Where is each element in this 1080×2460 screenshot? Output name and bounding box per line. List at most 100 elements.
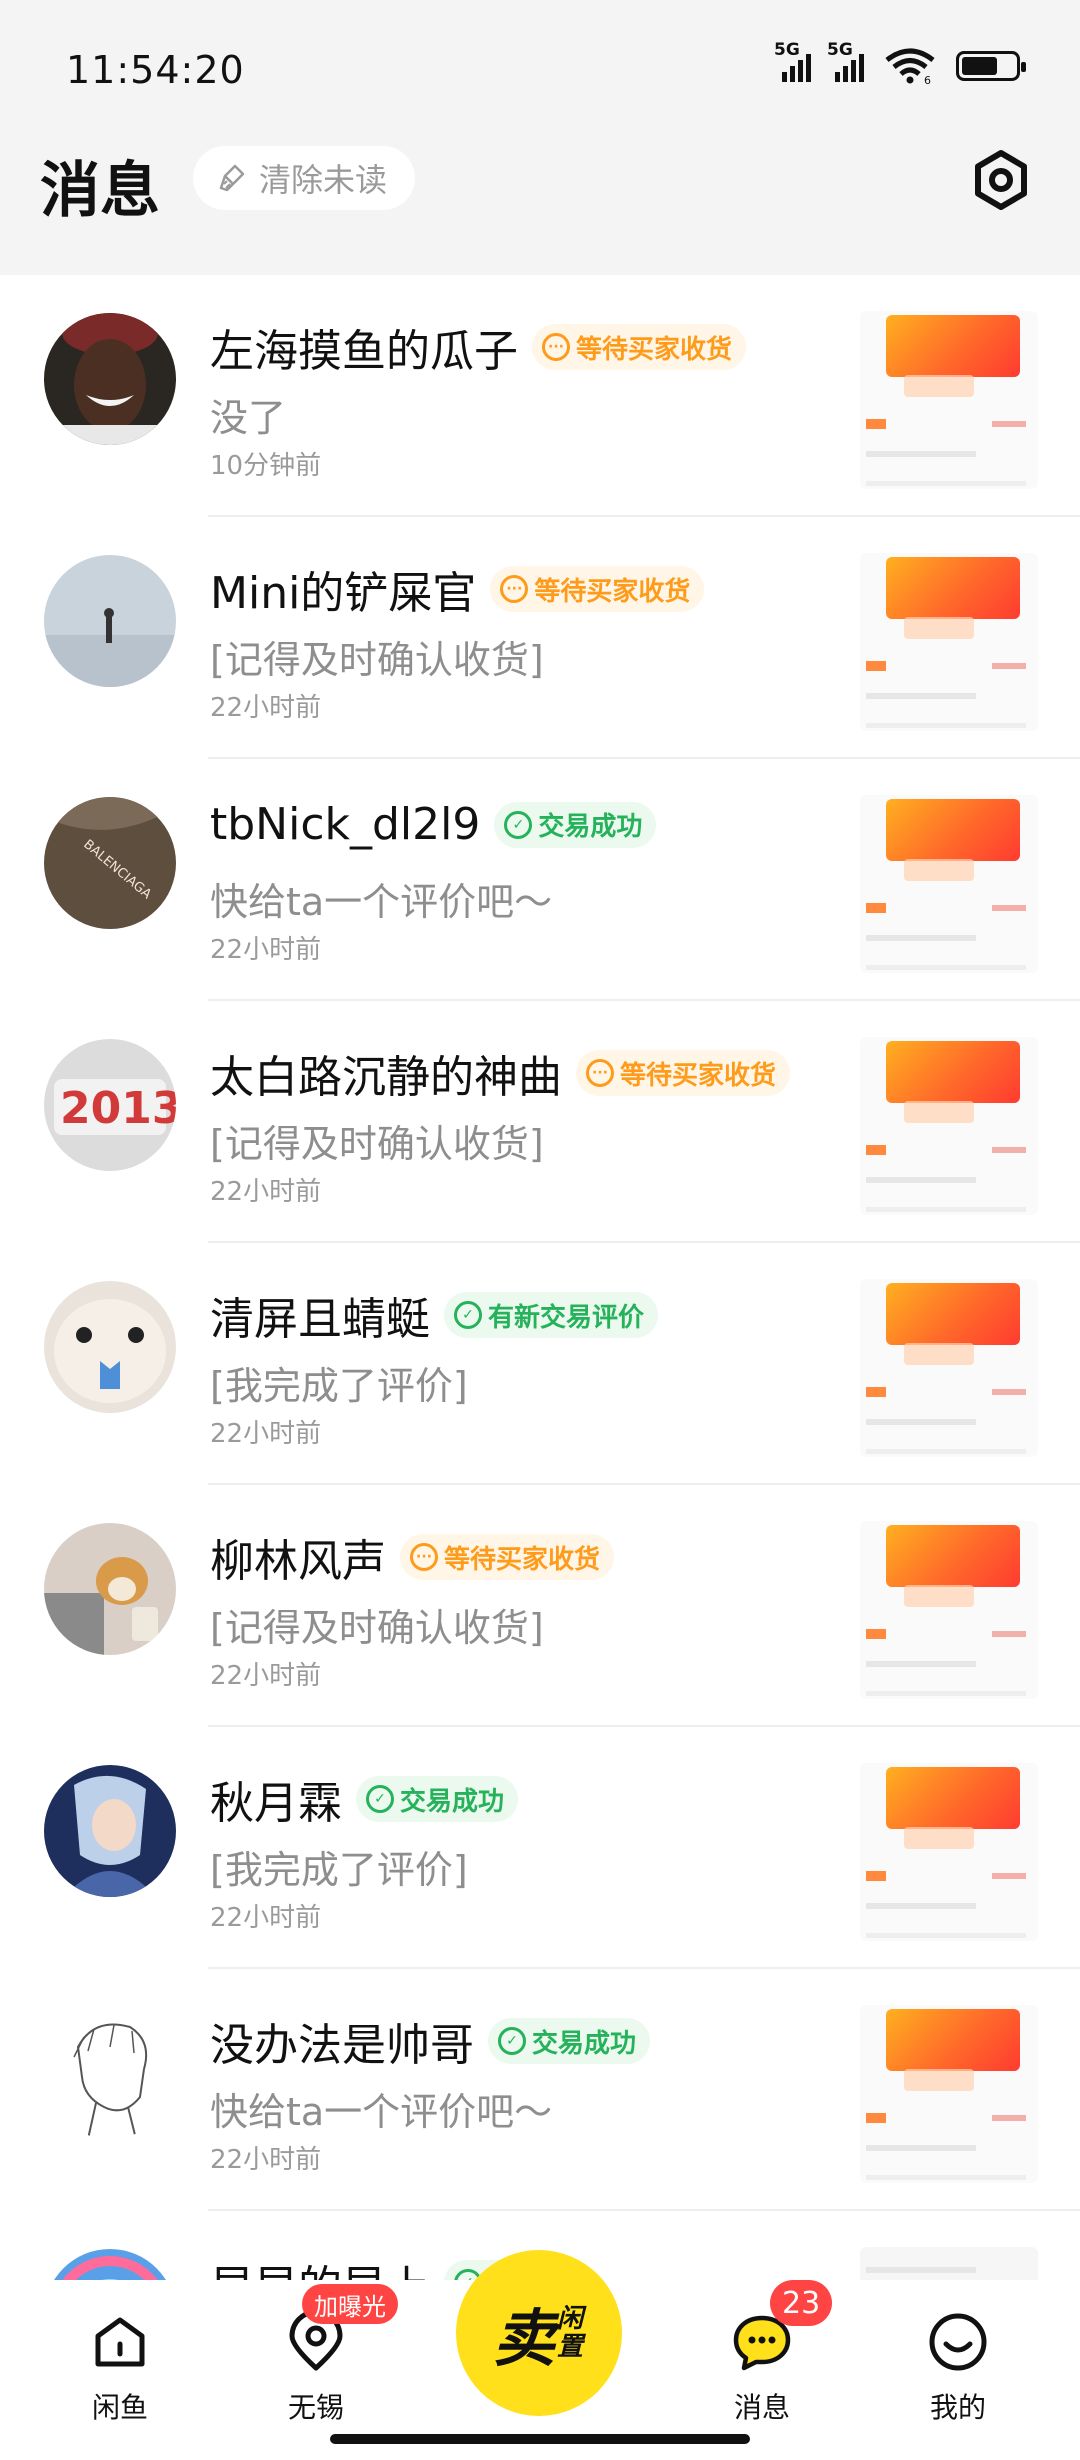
status-badge: ✓ 交易成功 bbox=[356, 1776, 519, 1822]
conversation-header: 左海摸鱼的瓜子 ··· 等待买家收货 bbox=[210, 315, 747, 379]
unread-count-badge: 23 bbox=[770, 2280, 833, 2326]
contact-name: 早早的早上 bbox=[210, 2251, 430, 2280]
check-circle-icon: ✓ bbox=[454, 1301, 482, 1329]
conversation-list[interactable]: 左海摸鱼的瓜子 ··· 等待买家收货 没了 10分钟前 Mini的铲屎官 ···… bbox=[0, 275, 1080, 2280]
tab-home-label: 闲鱼 bbox=[91, 2391, 148, 2424]
status-time: 11:54:20 bbox=[66, 48, 245, 92]
bottom-tab-bar: 闲鱼 无锡 加曝光 卖 闲置 消息 23 我的 bbox=[0, 2250, 1080, 2460]
status-badge: ✓ 有新交易评价 bbox=[444, 1292, 659, 1338]
last-message: 快给ta一个评价吧～ bbox=[210, 880, 553, 924]
network-type-label: 5G bbox=[827, 40, 853, 60]
status-badge-label: 等待买家收货 bbox=[620, 1060, 777, 1091]
conversation-row[interactable]: 清屏且蜻蜓 ✓ 有新交易评价 [我完成了评价] 22小时前 bbox=[0, 1243, 1080, 1485]
conversation-header: 太白路沉静的神曲 ··· 等待买家收货 bbox=[210, 1041, 791, 1105]
contact-name: tbNick_dl2l9 bbox=[210, 799, 481, 850]
status-badge: ··· 等待买家收货 bbox=[400, 1534, 615, 1580]
avatar[interactable]: BALENCIAGA bbox=[44, 797, 176, 929]
item-thumbnail[interactable] bbox=[860, 1763, 1038, 1941]
avatar[interactable] bbox=[44, 2249, 176, 2280]
item-thumbnail[interactable] bbox=[860, 1037, 1038, 1215]
conversation-header: 秋月霖 ✓ 交易成功 bbox=[210, 1767, 519, 1831]
sell-button-sublabel: 闲置 bbox=[557, 2304, 584, 2362]
conversation-row[interactable]: Mini的铲屎官 ··· 等待买家收货 [记得及时确认收货] 22小时前 bbox=[0, 517, 1080, 759]
clear-unread-button[interactable]: 清除未读 bbox=[193, 146, 415, 210]
status-bar: 11:54:20 5G 5G 6 bbox=[0, 0, 1080, 140]
page-title: 消息 bbox=[40, 156, 160, 226]
avatar[interactable] bbox=[44, 2007, 176, 2139]
message-time: 22小时前 bbox=[210, 1661, 322, 1691]
tab-messages-label: 消息 bbox=[733, 2391, 790, 2424]
avatar[interactable] bbox=[44, 555, 176, 687]
home-indicator[interactable] bbox=[330, 2434, 750, 2444]
tab-local[interactable]: 无锡 bbox=[256, 2310, 376, 2426]
message-time: 22小时前 bbox=[210, 2145, 322, 2175]
conversation-row[interactable]: BALENCIAGA tbNick_dl2l9 ✓ 交易成功 快给ta一个评价吧… bbox=[0, 759, 1080, 1001]
conversation-row[interactable]: 2013 太白路沉静的神曲 ··· 等待买家收货 [记得及时确认收货] 22小时… bbox=[0, 1001, 1080, 1243]
status-badge-label: 交易成功 bbox=[532, 2028, 637, 2059]
item-thumbnail[interactable] bbox=[860, 795, 1038, 973]
last-message: 快给ta一个评价吧～ bbox=[210, 2090, 553, 2134]
status-badge: ✓ 交易成功 bbox=[494, 801, 657, 848]
status-badge-label: 有新交易评价 bbox=[488, 1302, 645, 1333]
message-time: 22小时前 bbox=[210, 1177, 322, 1207]
avatar[interactable] bbox=[44, 313, 176, 445]
broom-icon bbox=[219, 164, 245, 192]
check-circle-icon: ✓ bbox=[498, 2027, 526, 2055]
item-thumbnail[interactable] bbox=[860, 1279, 1038, 1457]
message-time: 22小时前 bbox=[210, 1903, 322, 1933]
conversation-row[interactable]: 左海摸鱼的瓜子 ··· 等待买家收货 没了 10分钟前 bbox=[0, 275, 1080, 517]
sell-button[interactable]: 卖 闲置 bbox=[456, 2250, 622, 2416]
message-time: 22小时前 bbox=[210, 693, 322, 723]
pending-icon: ··· bbox=[500, 575, 529, 603]
check-circle-icon: ✓ bbox=[504, 810, 533, 839]
contact-name: 左海摸鱼的瓜子 bbox=[210, 326, 518, 377]
tab-home[interactable]: 闲鱼 bbox=[60, 2310, 180, 2426]
contact-name: 柳林风声 bbox=[210, 1536, 386, 1587]
message-time: 22小时前 bbox=[210, 1419, 322, 1449]
item-thumbnail[interactable] bbox=[860, 311, 1038, 489]
conversation-row[interactable]: 秋月霖 ✓ 交易成功 [我完成了评价] 22小时前 bbox=[0, 1727, 1080, 1969]
conversation-header: 柳林风声 ··· 等待买家收货 bbox=[210, 1525, 615, 1589]
avatar[interactable] bbox=[44, 1281, 176, 1413]
tab-messages[interactable]: 消息 bbox=[702, 2310, 822, 2426]
conversation-row[interactable]: 柳林风声 ··· 等待买家收货 [记得及时确认收货] 22小时前 bbox=[0, 1485, 1080, 1727]
smile-icon bbox=[929, 2313, 987, 2371]
item-thumbnail[interactable] bbox=[860, 1521, 1038, 1699]
status-icons: 5G 5G 6 bbox=[774, 40, 1026, 84]
tab-local-label: 无锡 bbox=[287, 2391, 344, 2424]
sell-button-label: 卖 bbox=[492, 2302, 555, 2375]
last-message: 没了 bbox=[210, 396, 287, 440]
status-badge: ··· 等待买家收货 bbox=[576, 1050, 791, 1096]
status-badge-label: 交易成功 bbox=[538, 812, 643, 842]
home-icon bbox=[95, 2317, 145, 2367]
message-time: 10分钟前 bbox=[210, 451, 322, 481]
item-thumbnail[interactable] bbox=[860, 553, 1038, 731]
avatar[interactable] bbox=[44, 1765, 176, 1897]
settings-icon[interactable] bbox=[970, 149, 1032, 211]
network-type-label: 5G bbox=[774, 40, 800, 60]
conversation-row[interactable]: 没办法是帅哥 ✓ 交易成功 快给ta一个评价吧～ 22小时前 bbox=[0, 1969, 1080, 2211]
item-thumbnail[interactable] bbox=[860, 2247, 1038, 2280]
last-message: [记得及时确认收货] bbox=[210, 1606, 544, 1650]
last-message: [记得及时确认收货] bbox=[210, 638, 544, 682]
conversation-header: Mini的铲屎官 ··· 等待买家收货 bbox=[210, 557, 705, 621]
pending-icon: ··· bbox=[586, 1059, 614, 1087]
promotion-badge: 加曝光 bbox=[302, 2284, 398, 2324]
avatar[interactable] bbox=[44, 1523, 176, 1655]
pending-icon: ··· bbox=[410, 1543, 438, 1571]
wifi-icon: 6 bbox=[885, 48, 935, 84]
last-message: [我完成了评价] bbox=[210, 1364, 468, 1408]
last-message: [我完成了评价] bbox=[210, 1848, 468, 1892]
status-badge: ··· 等待买家收货 bbox=[532, 324, 747, 370]
check-circle-icon: ✓ bbox=[366, 1785, 394, 1813]
avatar[interactable]: 2013 bbox=[44, 1039, 176, 1171]
cellular-signal-icon: 5G bbox=[774, 40, 811, 82]
tab-me[interactable]: 我的 bbox=[898, 2310, 1018, 2426]
status-badge: ✓ 交易成功 bbox=[488, 2018, 651, 2064]
message-time: 22小时前 bbox=[210, 935, 322, 965]
pending-icon: ··· bbox=[542, 333, 570, 361]
item-thumbnail[interactable] bbox=[860, 2005, 1038, 2183]
contact-name: 清屏且蜻蜓 bbox=[210, 1294, 430, 1345]
contact-name: 秋月霖 bbox=[210, 1778, 342, 1829]
svg-text:6: 6 bbox=[924, 74, 931, 84]
